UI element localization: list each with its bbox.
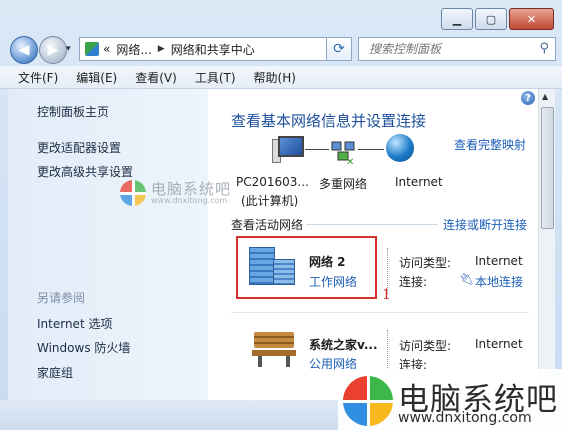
sidebar-control-panel-home[interactable]: 控制面板主页 [37,103,109,120]
network-divider [231,312,529,313]
watermark-logo-icon [120,180,146,206]
scroll-up-icon[interactable]: ▲ [542,92,548,101]
sidebar-homegroup[interactable]: 家庭组 [37,364,73,381]
navigation-bar: ◀ ▶ ▾ « 网络... ▶ 网络和共享中心 ▾ ⟳ ⚲ [0,36,562,64]
computer-name-label: PC201603... [236,175,309,189]
connection-line [305,149,329,150]
breadcrumb-network-sharing-center[interactable]: 网络和共享中心 [171,41,255,58]
sidebar-internet-options[interactable]: Internet 选项 [37,315,112,332]
back-button[interactable]: ◀ [10,36,38,64]
vertical-scrollbar[interactable]: ▲ [538,89,555,400]
address-overflow[interactable]: « [103,42,110,56]
network-2-access-label: 访问类型: [399,339,452,353]
close-button[interactable]: ✕ [509,8,554,30]
connect-disconnect-link[interactable]: 连接或断开连接 [443,216,527,233]
green-x-mark-icon: ✕ [346,157,355,168]
menu-file[interactable]: 文件(F) [18,69,58,86]
network-1-access-label: 访问类型: [399,256,452,270]
minimize-button[interactable]: ▁ [441,8,473,30]
refresh-button[interactable]: ⟳ [326,37,352,61]
watermark-url: www.dnxitong.com [151,196,228,205]
menu-tools[interactable]: 工具(T) [195,69,236,86]
search-icon[interactable]: ⚲ [539,41,549,56]
network-2-name: 系统之家v... [309,338,378,352]
maximize-button[interactable]: ▢ [475,8,507,30]
plug-icon: 🔌︎ [459,272,475,286]
network-1-name: 网络 2 [309,255,346,269]
search-input[interactable] [367,41,531,57]
menu-edit[interactable]: 编辑(E) [76,69,117,86]
breadcrumb-separator-icon[interactable]: ▶ [158,44,165,54]
multiple-networks-label: 多重网络 [319,177,368,191]
work-network-icon [249,247,295,285]
breadcrumb-network[interactable]: 网络... [116,41,151,58]
see-also-heading: 另请参阅 [37,291,86,305]
network-1-type-link[interactable]: 工作网络 [309,273,357,290]
network-1-access-value: Internet [475,254,523,268]
internet-globe-icon [386,134,414,162]
forward-button[interactable]: ▶ [39,36,67,64]
explorer-window: ▁ ▢ ✕ ◀ ▶ ▾ « 网络... ▶ 网络和共享中心 ▾ ⟳ ⚲ 文件(F… [0,0,562,430]
sidebar-change-advanced-sharing[interactable]: 更改高级共享设置 [37,163,133,180]
page-title: 查看基本网络信息并设置连接 [231,112,427,130]
local-connection-link[interactable]: 本地连接 [475,273,523,290]
sidebar-change-adapter-settings[interactable]: 更改适配器设置 [37,139,121,156]
active-networks-heading: 查看活动网络 [231,218,304,232]
address-bar[interactable]: « 网络... ▶ 网络和共享中心 ▾ [79,37,349,61]
watermark-large-url: www.dnxitong.com [398,410,532,426]
scrollbar-thumb[interactable] [541,107,554,229]
control-panel-icon [85,42,99,56]
heading-rule [306,224,438,225]
connection-line [358,149,384,150]
help-icon[interactable]: ? [521,91,535,105]
recent-pages-dropdown-icon[interactable]: ▾ [66,44,71,54]
internet-label: Internet [395,175,443,189]
public-network-icon [252,332,296,368]
annotation-number: 1 [382,287,391,303]
watermark-large-logo-icon [343,376,393,426]
menu-bar: 文件(F) 编辑(E) 查看(V) 工具(T) 帮助(H) [0,66,562,89]
menu-help[interactable]: 帮助(H) [254,69,296,86]
search-box[interactable]: ⚲ [358,37,556,61]
network-1-connection-label: 连接: [399,275,428,289]
menu-view[interactable]: 查看(V) [135,69,177,86]
caption-buttons: ▁ ▢ ✕ [439,8,554,30]
network-2-access-value: Internet [475,337,523,351]
this-computer-label: (此计算机) [241,194,299,208]
view-full-map-link[interactable]: 查看完整映射 [454,136,526,153]
sidebar-windows-firewall[interactable]: Windows 防火墙 [37,339,130,356]
computer-icon [272,134,304,164]
sidebar: 控制面板主页 更改适配器设置 更改高级共享设置 另请参阅 Internet 选项… [8,89,208,400]
